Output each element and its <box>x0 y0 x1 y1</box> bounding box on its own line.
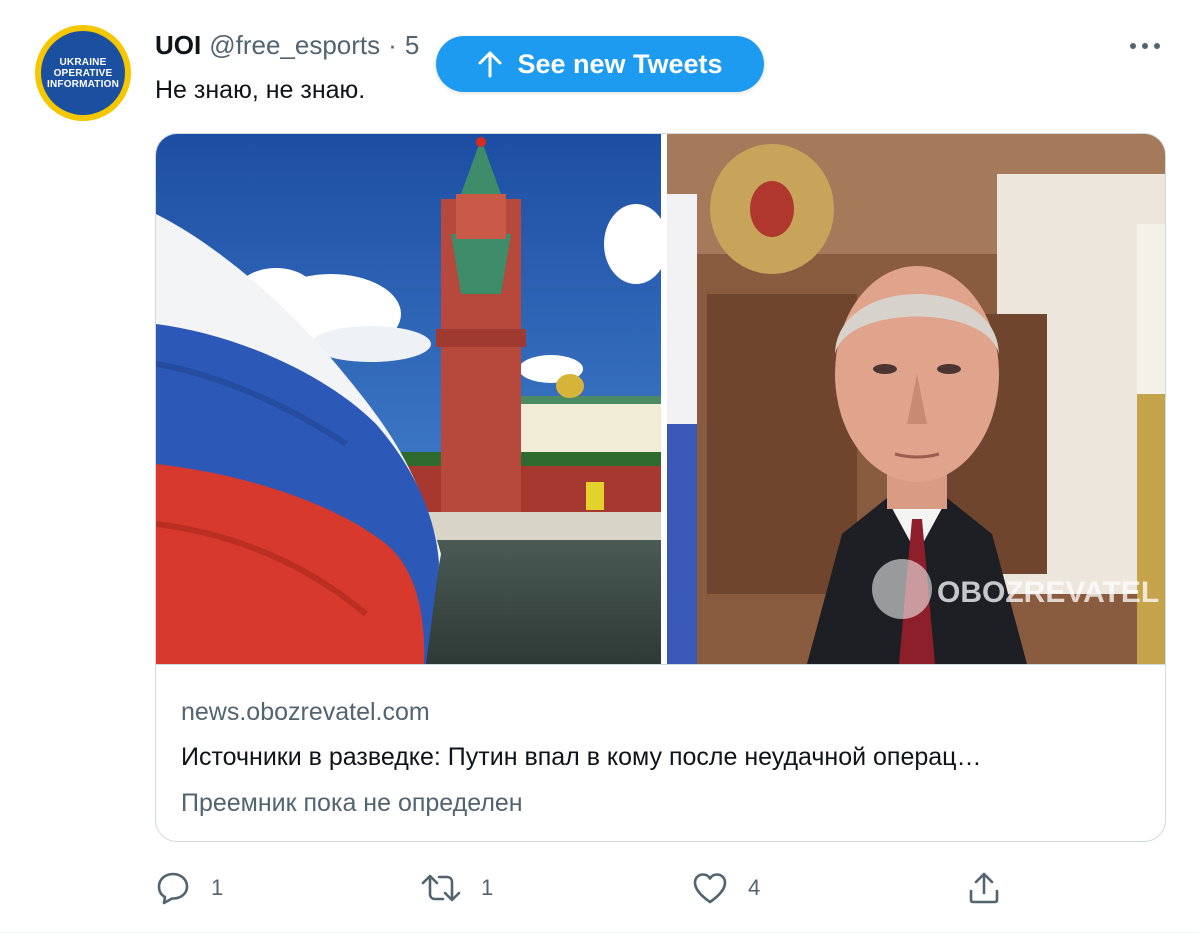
tweet[interactable]: UKRAINE OPERATIVE INFORMATION UOI @free_… <box>0 0 1199 933</box>
portrait-image: OBOZREVATEL <box>667 134 1165 664</box>
like-button[interactable]: 4 <box>692 868 760 908</box>
more-icon <box>1130 43 1160 49</box>
separator-dot: · <box>388 30 397 60</box>
see-new-tweets-button[interactable]: See new Tweets <box>436 36 764 92</box>
retweet-count: 1 <box>481 875 494 900</box>
card-description: Преемник пока не определен <box>181 789 523 817</box>
link-card[interactable]: OBOZREVATEL news.obozrevatel.com Источни… <box>155 133 1166 842</box>
reply-button[interactable]: 1 <box>155 868 223 908</box>
like-count: 4 <box>748 875 761 900</box>
reply-count: 1 <box>211 875 224 900</box>
see-new-tweets-label: See new Tweets <box>517 48 723 79</box>
arrow-up-icon <box>478 51 502 78</box>
reply-icon <box>157 872 189 905</box>
tweet-time[interactable]: 5 <box>405 30 419 61</box>
share-icon <box>969 872 999 904</box>
avatar-line-2: OPERATIVE <box>53 67 113 79</box>
card-domain: news.obozrevatel.com <box>181 698 430 726</box>
avatar-line-3: INFORMATION <box>46 78 119 90</box>
avatar-logo: UKRAINE OPERATIVE INFORMATION <box>41 31 125 115</box>
user-handle[interactable]: @free_esports <box>209 30 380 61</box>
card-media[interactable]: OBOZREVATEL <box>156 134 1165 664</box>
obozrevatel-watermark: OBOZREVATEL <box>937 576 1159 609</box>
display-name[interactable]: UOI <box>155 30 201 61</box>
retweet-button[interactable]: 1 <box>421 868 493 908</box>
card-meta[interactable]: news.obozrevatel.com Источники в разведк… <box>156 664 1165 841</box>
kremlin-image <box>156 134 661 664</box>
tweet-text: Не знаю, не знаю. <box>155 76 366 104</box>
retweet-icon <box>421 874 461 902</box>
more-button[interactable] <box>1125 30 1165 62</box>
avatar[interactable]: UKRAINE OPERATIVE INFORMATION <box>35 25 131 121</box>
share-button[interactable] <box>967 868 1021 908</box>
like-icon <box>693 873 727 904</box>
avatar-line-1: UKRAINE <box>59 56 107 68</box>
card-title: Источники в разведке: Путин впал в кому … <box>181 743 982 771</box>
tweet-actions: 1 1 4 <box>155 868 1035 908</box>
tweet-header: UOI @free_esports · 5 <box>155 30 419 62</box>
